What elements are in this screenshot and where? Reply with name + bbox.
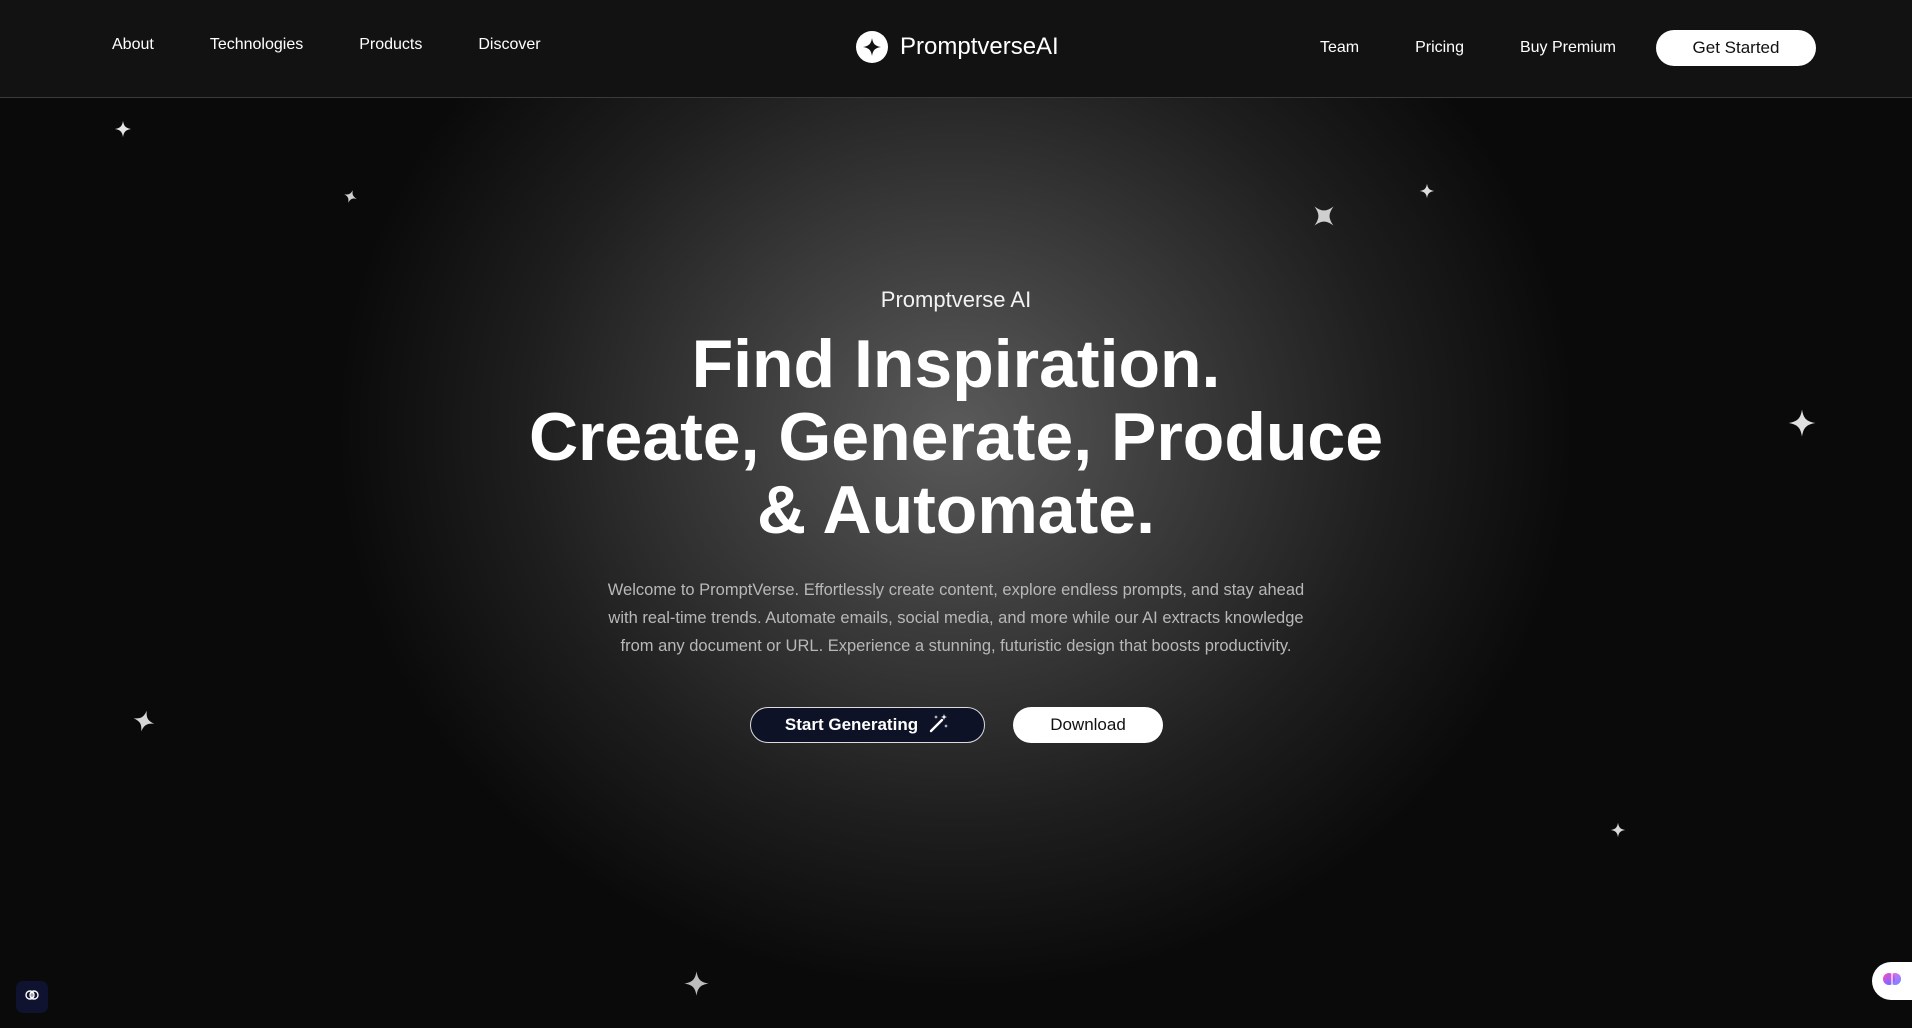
nav-link-pricing[interactable]: Pricing — [1415, 39, 1464, 57]
sparkle-logo-icon — [856, 31, 888, 63]
sparkle-icon — [1309, 201, 1339, 231]
download-button[interactable]: Download — [1013, 707, 1163, 743]
hero-eyebrow: Promptverse AI — [880, 287, 1032, 312]
nav-link-products[interactable]: Products — [359, 36, 422, 54]
nav-link-buy-premium[interactable]: Buy Premium — [1520, 39, 1616, 57]
brain-gradient-icon — [1882, 969, 1902, 994]
nav-right: Team Pricing Buy Premium Get Started — [1320, 30, 1816, 66]
brand-name: PromptverseAI — [900, 33, 1059, 60]
nav-link-technologies[interactable]: Technologies — [210, 36, 303, 54]
brain-icon — [25, 988, 39, 1007]
start-generating-button[interactable]: Start Generating — [750, 707, 985, 743]
nav-link-about[interactable]: About — [112, 36, 154, 54]
brain-widget-button[interactable] — [16, 981, 48, 1013]
nav-left: About Technologies Products Discover — [112, 36, 597, 54]
get-started-button[interactable]: Get Started — [1656, 30, 1816, 66]
top-navigation-bar: About Technologies Products Discover Pro… — [0, 0, 1912, 98]
hero-description: Welcome to PromptVerse. Effortlessly cre… — [607, 581, 1305, 655]
sparkle-icon — [683, 970, 710, 997]
magic-wand-icon — [928, 712, 950, 739]
hero-cta-row: Start Generating Download — [750, 707, 1163, 743]
brand-logo-link[interactable]: PromptverseAI — [856, 31, 1059, 63]
sparkle-icon — [1610, 822, 1626, 838]
nav-link-discover[interactable]: Discover — [478, 36, 540, 54]
headline-line-3: & Automate. — [757, 472, 1155, 548]
hero-headline: Find Inspiration. Create, Generate, Prod… — [0, 328, 1912, 547]
assistant-widget-button[interactable] — [1872, 962, 1912, 1000]
sparkle-icon — [114, 120, 132, 138]
headline-line-2: Create, Generate, Produce — [528, 399, 1384, 475]
start-generating-label: Start Generating — [784, 715, 919, 734]
headline-line-1: Find Inspiration. — [691, 326, 1221, 402]
nav-link-team[interactable]: Team — [1320, 39, 1359, 57]
sparkle-icon — [1419, 183, 1435, 199]
sparkle-icon — [132, 709, 156, 733]
sparkle-icon — [343, 189, 358, 204]
